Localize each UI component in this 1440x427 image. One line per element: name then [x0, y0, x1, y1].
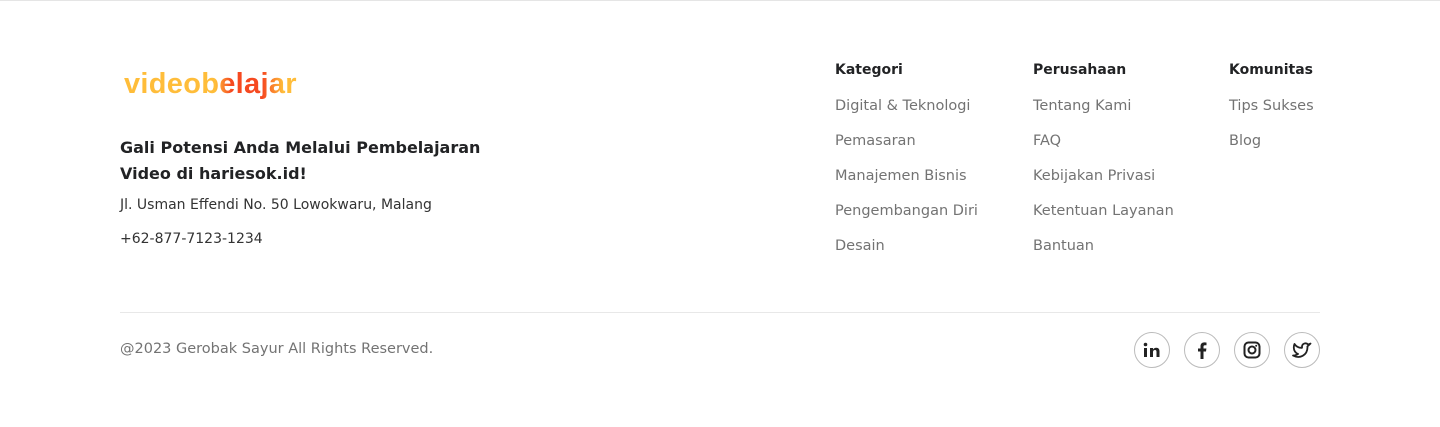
instagram-icon[interactable] [1234, 332, 1270, 368]
footer-link[interactable]: Tips Sukses [1229, 98, 1314, 133]
copyright: @2023 Gerobak Sayur All Rights Reserved. [120, 341, 434, 357]
tagline: Gali Potensi Anda Melalui Pembelajaran V… [120, 138, 481, 183]
twitter-icon[interactable] [1284, 332, 1320, 368]
phone: +62-877-7123-1234 [120, 231, 263, 247]
footer-link[interactable]: Blog [1229, 133, 1314, 168]
footer-column-komunitas: Komunitas Tips Sukses Blog [1229, 62, 1314, 168]
footer-column-kategori: Kategori Digital & Teknologi Pemasaran M… [835, 62, 978, 273]
column-title: Kategori [835, 62, 903, 78]
address: Jl. Usman Effendi No. 50 Lowokwaru, Mala… [120, 197, 432, 213]
footer-link[interactable]: Kebijakan Privasi [1033, 168, 1174, 203]
footer-link[interactable]: Bantuan [1033, 238, 1174, 273]
divider [120, 312, 1320, 313]
footer-link[interactable]: Ketentuan Layanan [1033, 203, 1174, 238]
linkedin-icon[interactable] [1134, 332, 1170, 368]
footer-link[interactable]: Pengembangan Diri [835, 203, 978, 238]
column-title: Perusahaan [1033, 62, 1127, 78]
facebook-icon[interactable] [1184, 332, 1220, 368]
footer-link[interactable]: Tentang Kami [1033, 98, 1174, 133]
footer-column-perusahaan: Perusahaan Tentang Kami FAQ Kebijakan Pr… [1033, 62, 1174, 273]
footer-link[interactable]: FAQ [1033, 133, 1174, 168]
logo[interactable]: videobelajar [124, 68, 297, 101]
social-links [1134, 332, 1320, 368]
footer-link[interactable]: Desain [835, 238, 978, 273]
column-title: Komunitas [1229, 62, 1314, 78]
footer-link[interactable]: Digital & Teknologi [835, 98, 978, 133]
footer-link[interactable]: Manajemen Bisnis [835, 168, 978, 203]
footer-link[interactable]: Pemasaran [835, 133, 978, 168]
